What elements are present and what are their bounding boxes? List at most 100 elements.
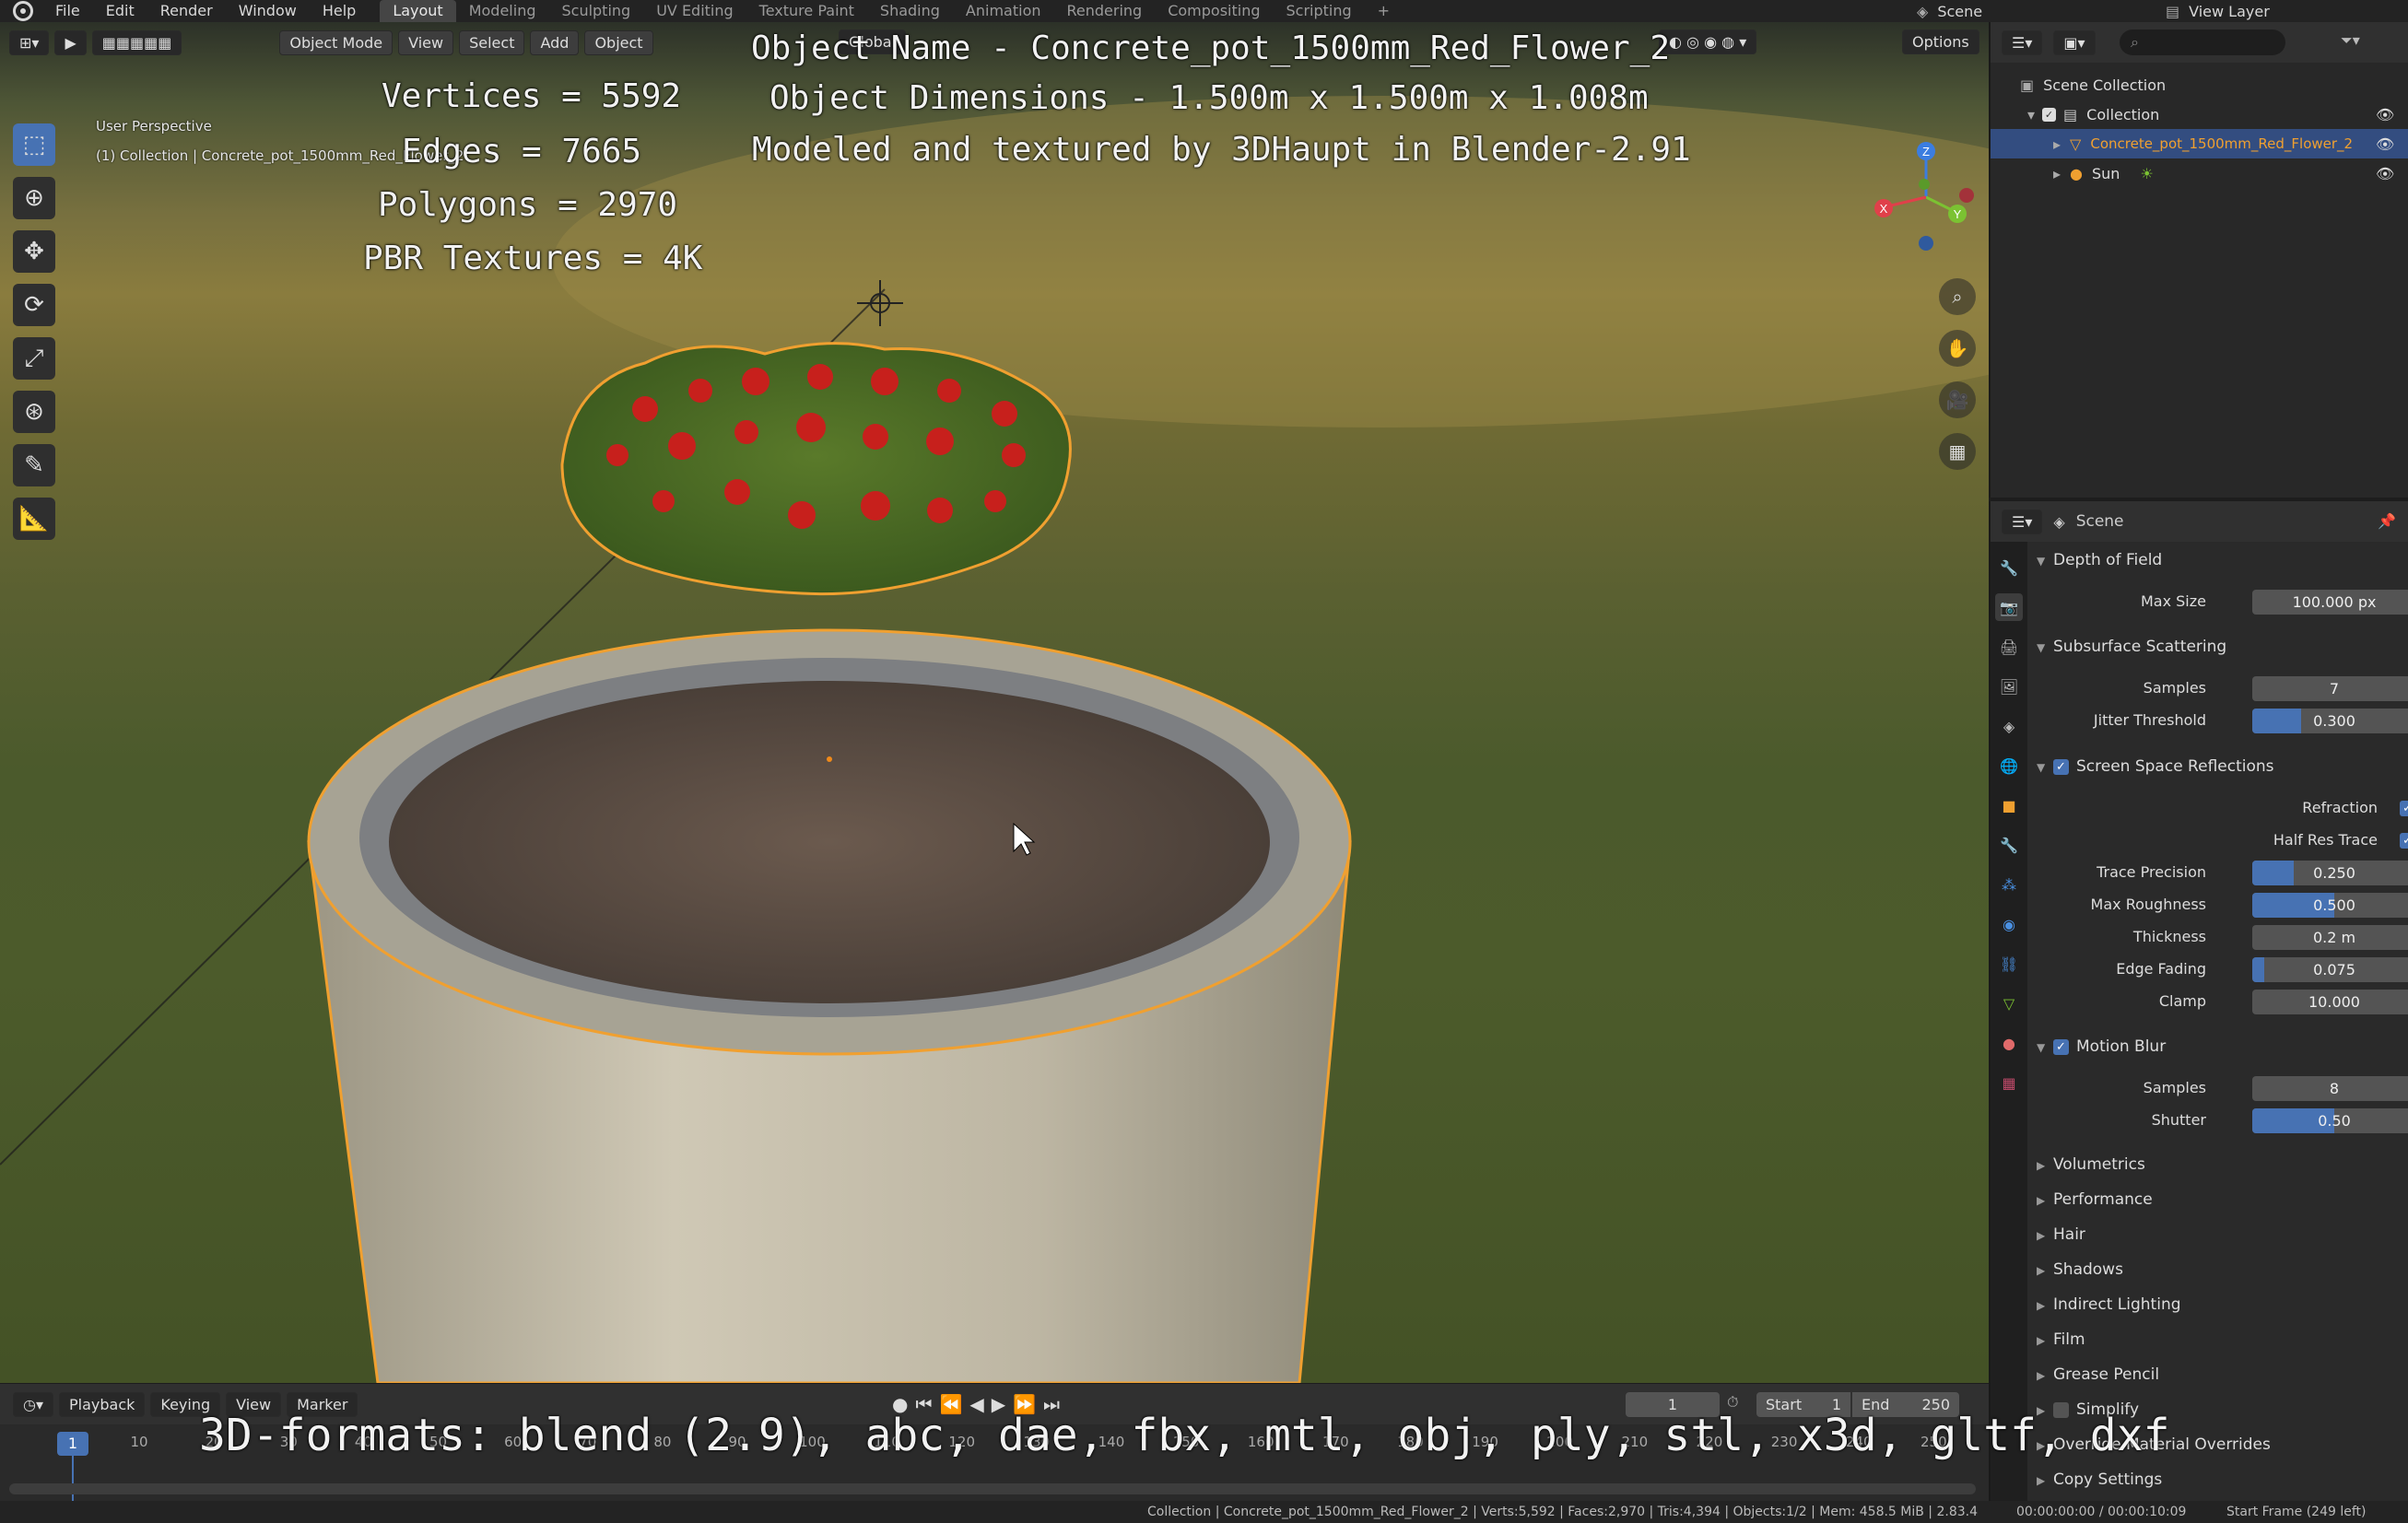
data-tab-icon[interactable]: ▽ bbox=[1995, 990, 2023, 1017]
pot-visibility-eye-icon[interactable]: 👁 bbox=[2376, 135, 2394, 153]
annotate-tool-icon[interactable]: ✎ bbox=[13, 444, 55, 486]
tab-texture-paint[interactable]: Texture Paint bbox=[746, 0, 867, 22]
mb-shutter-slider[interactable]: 0.50 bbox=[2252, 1108, 2408, 1133]
cursor-tool-icon[interactable]: ⊕ bbox=[13, 177, 55, 219]
shading-modes[interactable]: ◐ ◎ ◉ ◍ ▾ bbox=[1659, 29, 1757, 54]
view-menu[interactable]: View bbox=[398, 29, 454, 55]
particles-tab-icon[interactable]: ⁂ bbox=[1995, 871, 2023, 898]
motion-blur-checkbox[interactable]: ✓ bbox=[2053, 1038, 2069, 1055]
expand-triangle-icon[interactable]: ▸ bbox=[2053, 135, 2061, 153]
shadows-section[interactable]: ▶ Shadows bbox=[2037, 1260, 2123, 1279]
object-mode-dropdown[interactable]: Object Mode bbox=[279, 29, 394, 55]
tool-tab-icon[interactable]: 🔧 bbox=[1995, 554, 2023, 581]
tab-modeling[interactable]: Modeling bbox=[456, 0, 549, 22]
ssr-clamp-field[interactable]: 10.000 bbox=[2252, 990, 2408, 1014]
tab-animation[interactable]: Animation bbox=[953, 0, 1054, 22]
select-tool-icon[interactable]: ▶ bbox=[54, 29, 87, 55]
transform-tool-icon[interactable]: ⊛ bbox=[13, 391, 55, 433]
sss-samples-field[interactable]: 7 bbox=[2252, 676, 2408, 701]
texture-tab-icon[interactable]: ▦ bbox=[1995, 1069, 2023, 1096]
object-menu[interactable]: Object bbox=[584, 29, 653, 55]
tab-compositing[interactable]: Compositing bbox=[1155, 0, 1273, 22]
scale-tool-icon[interactable]: ⤢ bbox=[13, 337, 55, 380]
options-dropdown[interactable]: Options bbox=[1902, 29, 1979, 54]
tab-layout[interactable]: Layout bbox=[380, 0, 456, 22]
material-tab-icon[interactable]: ● bbox=[1995, 1029, 2023, 1057]
outliner-scene-collection[interactable]: ▣ Scene Collection bbox=[1991, 70, 2408, 100]
menu-window[interactable]: Window bbox=[226, 0, 310, 22]
measure-tool-icon[interactable]: 📐 bbox=[13, 498, 55, 540]
output-tab-icon[interactable]: 🖨 bbox=[1995, 633, 2023, 661]
ssr-refraction-checkbox[interactable]: ✓ bbox=[2400, 801, 2408, 816]
object-tab-icon[interactable]: ■ bbox=[1995, 791, 2023, 819]
tab-sculpting[interactable]: Sculpting bbox=[548, 0, 643, 22]
tab-uv-editing[interactable]: UV Editing bbox=[643, 0, 746, 22]
perspective-grid-icon[interactable]: ▦ bbox=[1939, 433, 1976, 470]
move-tool-icon[interactable]: ✥ bbox=[13, 230, 55, 273]
dof-max-size-field[interactable]: 100.000 px bbox=[2252, 590, 2408, 615]
playhead-frame-indicator[interactable]: 1 bbox=[57, 1432, 88, 1456]
world-tab-icon[interactable]: 🌐 bbox=[1995, 752, 2023, 779]
add-workspace-button[interactable]: + bbox=[1365, 0, 1403, 22]
display-mode-icon[interactable]: ▣▾ bbox=[2053, 29, 2096, 55]
collection-visibility-eye-icon[interactable]: 👁 bbox=[2376, 106, 2394, 123]
scene-tab-icon[interactable]: ◈ bbox=[1995, 712, 2023, 740]
mb-samples-field[interactable]: 8 bbox=[2252, 1076, 2408, 1101]
ssr-enable-checkbox[interactable]: ✓ bbox=[2053, 758, 2069, 775]
film-section[interactable]: ▶ Film bbox=[2037, 1330, 2085, 1349]
ssr-section[interactable]: ▼ ✓ Screen Space Reflections bbox=[2037, 757, 2274, 776]
performance-section[interactable]: ▶ Performance bbox=[2037, 1190, 2153, 1209]
preview-range-icon[interactable]: ⏱ bbox=[1727, 1393, 1738, 1412]
ssr-trace-precision-slider[interactable]: 0.250 bbox=[2252, 861, 2408, 885]
expand-triangle-icon[interactable]: ▸ bbox=[2053, 165, 2061, 182]
tab-rendering[interactable]: Rendering bbox=[1054, 0, 1156, 22]
outliner-editor-icon[interactable]: ☰▾ bbox=[2002, 29, 2043, 55]
pan-hand-icon[interactable]: ✋ bbox=[1939, 330, 1976, 367]
menu-render[interactable]: Render bbox=[147, 0, 226, 22]
modifier-tab-icon[interactable]: 🔧 bbox=[1995, 831, 2023, 859]
outliner-item-pot[interactable]: ▸ ▽ Concrete_pot_1500mm_Red_Flower_2 👁 bbox=[1991, 129, 2408, 158]
constraints-tab-icon[interactable]: ⛓ bbox=[1995, 950, 2023, 978]
select-menu[interactable]: Select bbox=[459, 29, 525, 55]
hair-section[interactable]: ▶ Hair bbox=[2037, 1225, 2085, 1244]
tab-shading[interactable]: Shading bbox=[867, 0, 953, 22]
ssr-thickness-field[interactable]: 0.2 m bbox=[2252, 925, 2408, 950]
tab-scripting[interactable]: Scripting bbox=[1274, 0, 1365, 22]
expand-triangle-icon[interactable]: ▾ bbox=[2027, 106, 2035, 123]
blender-logo-icon[interactable] bbox=[13, 1, 33, 21]
outliner-collection[interactable]: ▾ ✓ ▤ Collection 👁 bbox=[1991, 100, 2408, 129]
indirect-lighting-section[interactable]: ▶ Indirect Lighting bbox=[2037, 1295, 2181, 1314]
ssr-halfres-checkbox[interactable]: ✓ bbox=[2400, 833, 2408, 849]
playback-menu[interactable]: Playback bbox=[59, 1391, 146, 1417]
menu-file[interactable]: File bbox=[42, 0, 93, 22]
grease-pencil-section[interactable]: ▶ Grease Pencil bbox=[2037, 1365, 2159, 1384]
outliner-item-sun[interactable]: ▸ ● Sun ☀ 👁 bbox=[1991, 158, 2408, 188]
view-layer-tab-icon[interactable]: 🖼 bbox=[1995, 673, 2023, 700]
zoom-icon[interactable]: ⌕ bbox=[1939, 278, 1976, 315]
rotate-tool-icon[interactable]: ⟳ bbox=[13, 284, 55, 326]
sss-section[interactable]: ▼ Subsurface Scattering bbox=[2037, 638, 2226, 656]
3d-viewport[interactable]: ⊞▾ ▶ ▦▦▦▦▦ Object Mode View Select Add O… bbox=[0, 22, 1989, 1383]
dof-section[interactable]: ▼ Depth of Field bbox=[2037, 551, 2162, 569]
selection-mode-icons[interactable]: ▦▦▦▦▦ bbox=[91, 29, 182, 55]
ssr-edge-fading-slider[interactable]: 0.075 bbox=[2252, 957, 2408, 982]
editor-type-icon[interactable]: ⊞▾ bbox=[9, 29, 50, 55]
sss-jitter-slider[interactable]: 0.300 bbox=[2252, 709, 2408, 733]
camera-view-icon[interactable]: 🎥 bbox=[1939, 381, 1976, 418]
pin-icon[interactable]: 📌 bbox=[2378, 512, 2396, 530]
add-menu[interactable]: Add bbox=[530, 29, 580, 55]
collection-checkbox[interactable]: ✓ bbox=[2042, 107, 2057, 122]
menu-edit[interactable]: Edit bbox=[93, 0, 147, 22]
properties-editor-icon[interactable]: ☰▾ bbox=[2002, 509, 2043, 534]
motion-blur-section[interactable]: ▼ ✓ Motion Blur bbox=[2037, 1037, 2166, 1056]
sun-visibility-eye-icon[interactable]: 👁 bbox=[2376, 165, 2394, 182]
volumetrics-section[interactable]: ▶ Volumetrics bbox=[2037, 1155, 2145, 1174]
outliner-search-input[interactable]: ⌕ bbox=[2120, 29, 2285, 55]
navigation-gizmo[interactable]: Z Y X bbox=[1865, 123, 1985, 262]
ssr-max-roughness-slider[interactable]: 0.500 bbox=[2252, 893, 2408, 918]
render-tab-icon[interactable]: 📷 bbox=[1995, 593, 2023, 621]
physics-tab-icon[interactable]: ◉ bbox=[1995, 910, 2023, 938]
timeline-editor-icon[interactable]: ◷▾ bbox=[13, 1391, 53, 1417]
view-layer-selector[interactable]: ▤ View Layer bbox=[2166, 0, 2270, 22]
timeline-scrollbar[interactable] bbox=[9, 1483, 1976, 1494]
